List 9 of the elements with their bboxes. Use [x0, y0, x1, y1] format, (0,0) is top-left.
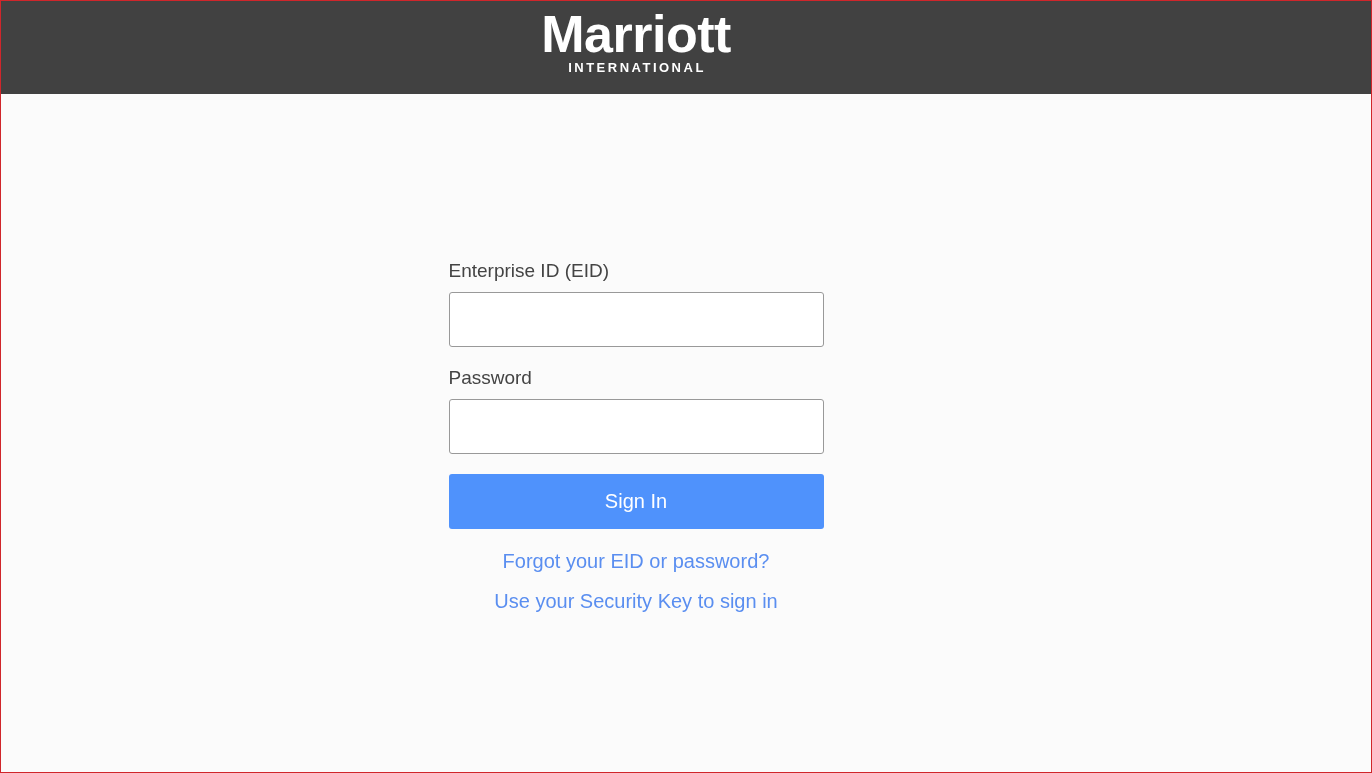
input-field[interactable]	[448, 292, 824, 347]
help-link[interactable]: Forgot your EID or password?	[502, 549, 770, 573]
sign-in-button[interactable]: Sign In	[448, 474, 824, 529]
help-link[interactable]: Use your Security Key to sign in	[494, 589, 778, 613]
field-label: Password	[448, 367, 532, 389]
logo-subtitle: INTERNATIONAL	[567, 60, 706, 76]
field-label: Enterprise ID (EID)	[448, 260, 609, 282]
input-field[interactable]	[448, 399, 824, 454]
logo-wordmark: Marriott	[541, 7, 731, 61]
